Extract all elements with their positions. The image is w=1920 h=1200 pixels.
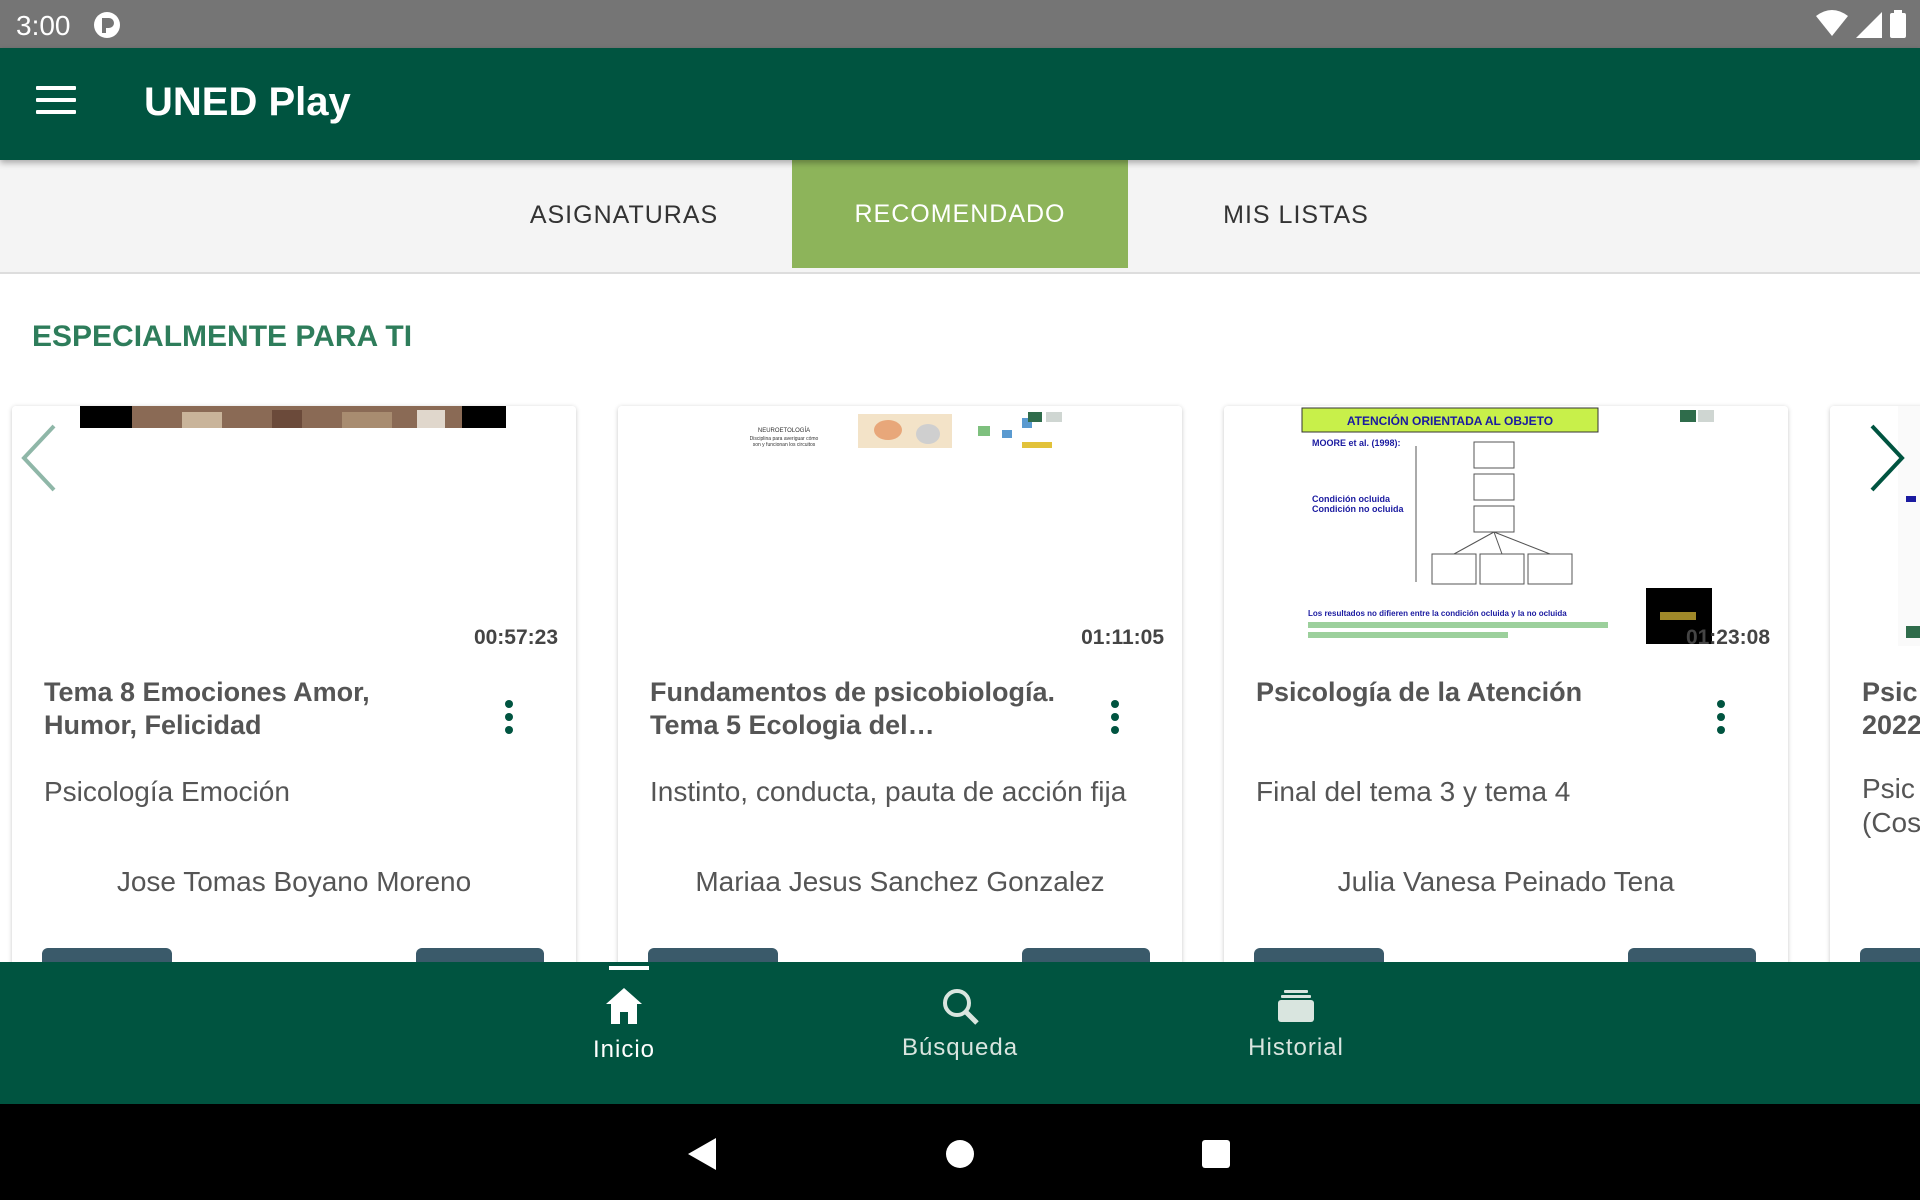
app-bar: UNED Play: [0, 48, 1920, 160]
recommended-carousel: 00:57:23 Tema 8 Emociones Amor, Humor, F…: [0, 402, 1920, 962]
thumb-text: NEUROETOLOGÍA: [758, 427, 810, 434]
more-options-icon[interactable]: [1716, 700, 1726, 740]
video-card[interactable]: 00:57:23 Tema 8 Emociones Amor, Humor, F…: [12, 406, 576, 962]
notification-icon: [94, 12, 120, 38]
nav-label: Historial: [1248, 1034, 1344, 1061]
status-bar: 3:00: [0, 0, 1920, 48]
video-description: Final del tema 3 y tema 4: [1256, 776, 1571, 807]
video-card[interactable]: ATENCIÓN ORIENTADA AL OBJETO MOORE et al…: [1224, 406, 1788, 962]
views-chip: [416, 948, 544, 962]
video-thumbnail: NEUROETOLOGÍA Disciplina para averiguar …: [618, 406, 1182, 646]
signal-icon: [1856, 12, 1882, 38]
nav-historial[interactable]: Historial: [1146, 962, 1446, 1104]
thumbnail-image: [80, 406, 506, 428]
video-author: Jose Tomas Boyano Moreno: [116, 866, 472, 897]
thumb-ref: MOORE et al. (1998):: [1312, 438, 1401, 448]
history-icon: [1278, 990, 1314, 1022]
video-description: Instinto, conducta, pauta de acción fija: [650, 776, 1127, 807]
home-icon: [606, 988, 642, 1024]
back-icon[interactable]: [686, 1136, 718, 1172]
recents-icon[interactable]: [1200, 1138, 1232, 1170]
video-title: Psicología de la Atención: [1256, 677, 1583, 707]
video-thumbnail: [12, 406, 576, 646]
thumb-text: son y funcionan los circuitos: [753, 442, 816, 448]
thumb-bullet: Condición ocluida: [1312, 494, 1391, 504]
carousel-prev-icon[interactable]: [16, 420, 66, 496]
menu-icon[interactable]: [36, 86, 76, 122]
system-navigation-bar: [0, 1104, 1920, 1200]
app-title: UNED Play: [144, 80, 351, 124]
tab-asignaturas[interactable]: ASIGNATURAS: [456, 160, 792, 270]
thumbnail-image: NEUROETOLOGÍA Disciplina para averiguar …: [736, 412, 1062, 452]
more-options-icon[interactable]: [504, 700, 514, 740]
thumb-footer: Los resultados no difieren entre la cond…: [1308, 609, 1567, 618]
video-author: Mariaa Jesus Sanchez Gonzalez: [695, 866, 1105, 897]
video-description: Psic (Cos: [1862, 773, 1920, 838]
video-description: Psicología Emoción: [44, 776, 290, 807]
date-chip: [648, 948, 778, 962]
tab-bar: ASIGNATURAS RECOMENDADO MIS LISTAS: [0, 160, 1920, 274]
thumbnail-image: ATENCIÓN ORIENTADA AL OBJETO MOORE et al…: [1290, 406, 1720, 646]
tab-recomendado[interactable]: RECOMENDADO: [792, 160, 1128, 268]
search-icon: [943, 989, 979, 1025]
date-chip: [1254, 948, 1384, 962]
views-chip: [1022, 948, 1150, 962]
more-options-icon[interactable]: [1110, 700, 1120, 740]
video-author: Julia Vanesa Peinado Tena: [1337, 866, 1675, 897]
date-chip: [42, 948, 172, 962]
bottom-navigation: Inicio Búsqueda Historial: [0, 962, 1920, 1104]
active-indicator: [609, 966, 649, 970]
thumb-bullet: Condición no ocluida: [1312, 504, 1404, 514]
video-duration: 01:23:08: [1685, 626, 1770, 649]
section-title: ESPECIALMENTE PARA TI: [32, 320, 413, 353]
status-icons: [1816, 10, 1906, 38]
wifi-icon: [1816, 10, 1848, 36]
video-thumbnail: ATENCIÓN ORIENTADA AL OBJETO MOORE et al…: [1224, 406, 1788, 646]
home-button-icon[interactable]: [944, 1138, 976, 1170]
nav-busqueda[interactable]: Búsqueda: [810, 962, 1110, 1104]
nav-label: Búsqueda: [901, 1034, 1019, 1061]
status-time: 3:00: [16, 10, 71, 41]
video-duration: 00:57:23: [473, 626, 558, 649]
tab-mis-listas[interactable]: MIS LISTAS: [1128, 160, 1464, 270]
battery-icon: [1890, 10, 1906, 38]
carousel-next-icon[interactable]: [1862, 420, 1912, 496]
date-chip: [1860, 948, 1920, 962]
video-duration: 01:11:05: [1081, 626, 1164, 649]
video-card[interactable]: NEUROETOLOGÍA Disciplina para averiguar …: [618, 406, 1182, 962]
thumb-banner: ATENCIÓN ORIENTADA AL OBJETO: [1347, 413, 1553, 428]
video-title: Tema 8 Emociones Amor, Humor, Felicidad: [44, 677, 370, 740]
video-title: Psic 2022: [1862, 677, 1920, 740]
views-chip: [1628, 948, 1756, 962]
nav-label: Inicio: [592, 1036, 656, 1063]
video-title: Fundamentos de psicobiología. Tema 5 Eco…: [650, 677, 1056, 740]
nav-inicio[interactable]: Inicio: [474, 962, 774, 1104]
